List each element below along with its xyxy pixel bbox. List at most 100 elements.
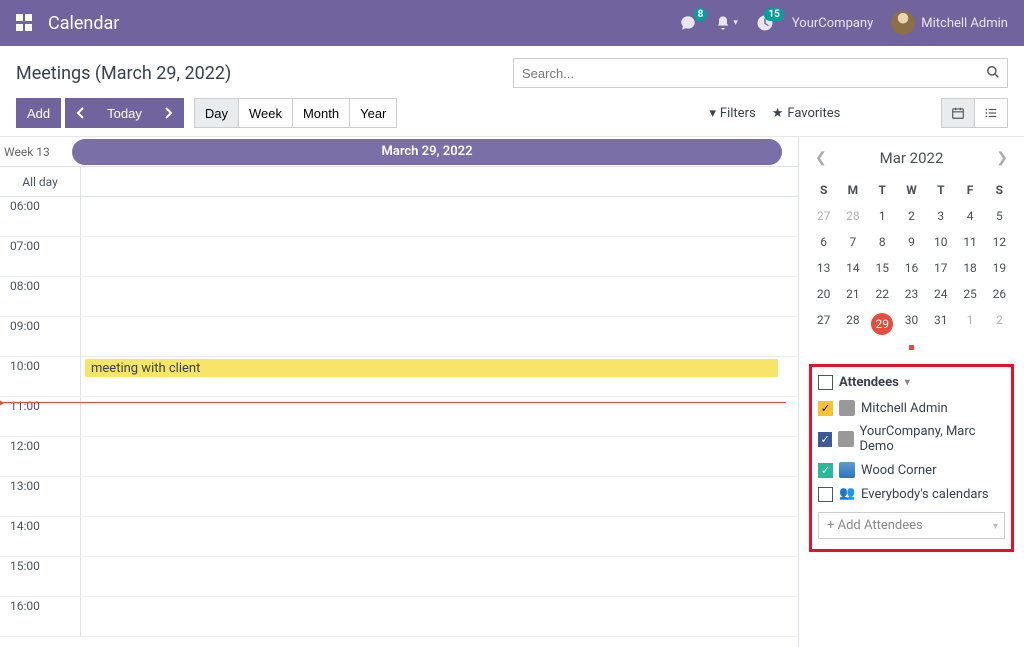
search-icon[interactable] xyxy=(986,65,1000,79)
mini-day[interactable]: 27 xyxy=(809,203,838,229)
mini-day[interactable]: 4 xyxy=(955,203,984,229)
attendee-checkbox[interactable]: ✓ xyxy=(818,432,832,447)
mini-day[interactable]: 15 xyxy=(868,255,897,281)
mini-day[interactable]: 7 xyxy=(838,229,867,255)
hour-row[interactable]: 13:00 xyxy=(0,477,798,517)
chevron-left-icon xyxy=(76,107,86,119)
attendees-checkbox[interactable] xyxy=(818,375,833,390)
mini-dow: T xyxy=(926,177,955,203)
mini-day[interactable]: 5 xyxy=(985,203,1014,229)
attendee-checkbox[interactable] xyxy=(818,487,833,502)
mini-day[interactable]: 14 xyxy=(838,255,867,281)
mini-prev-button[interactable]: ❮ xyxy=(815,150,827,166)
mini-day[interactable]: 19 xyxy=(985,255,1014,281)
all-day-slot[interactable] xyxy=(80,167,798,196)
mini-day[interactable]: 28 xyxy=(838,307,867,341)
hour-row[interactable]: 07:00 xyxy=(0,237,798,277)
time-slot[interactable] xyxy=(80,317,798,356)
mini-day[interactable]: 2 xyxy=(985,307,1014,341)
star-icon: ★ xyxy=(772,106,784,121)
list-view-button[interactable] xyxy=(974,98,1008,128)
filters-button[interactable]: ▾Filters xyxy=(709,106,755,121)
calendar-view-button[interactable] xyxy=(941,98,975,128)
mini-day[interactable]: 25 xyxy=(955,281,984,307)
notifications-icon[interactable]: ▾ xyxy=(715,15,738,31)
mini-day[interactable]: 21 xyxy=(838,281,867,307)
hour-row[interactable]: 11:00 xyxy=(0,397,798,437)
mini-next-button[interactable]: ❯ xyxy=(996,150,1008,166)
hour-row[interactable]: 16:00 xyxy=(0,597,798,637)
mini-day[interactable]: 30 xyxy=(897,307,926,341)
mini-day[interactable]: 2 xyxy=(897,203,926,229)
attendee-row[interactable]: ✓Mitchell Admin xyxy=(818,396,1005,420)
mini-day[interactable]: 1 xyxy=(868,203,897,229)
mini-dow: F xyxy=(955,177,984,203)
company-switcher[interactable]: YourCompany xyxy=(792,16,873,31)
scale-week[interactable]: Week xyxy=(238,98,293,128)
apps-icon[interactable] xyxy=(16,14,34,32)
hour-row[interactable]: 09:00 xyxy=(0,317,798,357)
mini-day[interactable]: 3 xyxy=(926,203,955,229)
activities-badge: 15 xyxy=(764,8,783,21)
mini-day[interactable]: 20 xyxy=(809,281,838,307)
add-attendees-input[interactable]: + Add Attendees xyxy=(818,512,1005,539)
prev-button[interactable] xyxy=(65,98,97,128)
attendees-toggle[interactable]: Attendees ▾ xyxy=(818,375,1005,390)
attendees-panel: Attendees ▾ ✓Mitchell Admin✓YourCompany,… xyxy=(809,364,1014,552)
mini-day[interactable]: 23 xyxy=(897,281,926,307)
hour-row[interactable]: 08:00 xyxy=(0,277,798,317)
hour-row[interactable]: 14:00 xyxy=(0,517,798,557)
mini-day[interactable]: 16 xyxy=(897,255,926,281)
mini-day[interactable]: 28 xyxy=(838,203,867,229)
scale-day[interactable]: Day xyxy=(194,98,239,128)
hour-row[interactable]: 06:00 xyxy=(0,197,798,237)
mini-day[interactable]: 12 xyxy=(985,229,1014,255)
search-input[interactable] xyxy=(513,58,1008,88)
attendee-row[interactable]: ✓Wood Corner xyxy=(818,458,1005,482)
mini-day[interactable]: 31 xyxy=(926,307,955,341)
attendee-checkbox[interactable]: ✓ xyxy=(818,463,833,478)
scale-year[interactable]: Year xyxy=(349,98,397,128)
app-title[interactable]: Calendar xyxy=(48,13,119,34)
mini-day[interactable]: 10 xyxy=(926,229,955,255)
time-slot[interactable] xyxy=(80,437,798,476)
mini-day[interactable]: 26 xyxy=(985,281,1014,307)
today-button[interactable]: Today xyxy=(96,98,153,128)
week-label: Week 13 xyxy=(0,145,72,159)
hour-row[interactable]: 15:00 xyxy=(0,557,798,597)
favorites-button[interactable]: ★Favorites xyxy=(772,106,841,121)
activities-icon[interactable]: 15 xyxy=(756,14,774,32)
time-slot[interactable] xyxy=(80,277,798,316)
mini-day[interactable]: 22 xyxy=(868,281,897,307)
messaging-icon[interactable]: 8 xyxy=(679,14,697,32)
time-slot[interactable] xyxy=(80,477,798,516)
next-button[interactable] xyxy=(152,98,184,128)
event-block[interactable]: meeting with client xyxy=(85,359,778,377)
add-button[interactable]: Add xyxy=(16,98,61,128)
mini-day[interactable]: 8 xyxy=(868,229,897,255)
day-header[interactable]: March 29, 2022 xyxy=(72,139,782,165)
attendee-row[interactable]: 👥Everybody's calendars xyxy=(818,482,1005,506)
time-grid-scroll[interactable]: 06:0007:0008:0009:0010:0011:0012:0013:00… xyxy=(0,197,798,647)
mini-day[interactable]: 9 xyxy=(897,229,926,255)
time-slot[interactable] xyxy=(80,517,798,556)
mini-day[interactable]: 24 xyxy=(926,281,955,307)
mini-day[interactable]: 11 xyxy=(955,229,984,255)
time-slot[interactable] xyxy=(80,557,798,596)
attendee-checkbox[interactable]: ✓ xyxy=(818,401,833,416)
scale-month[interactable]: Month xyxy=(292,98,350,128)
time-slot[interactable] xyxy=(80,197,798,236)
hour-row[interactable]: 12:00 xyxy=(0,437,798,477)
mini-day[interactable]: 6 xyxy=(809,229,838,255)
time-slot[interactable] xyxy=(80,237,798,276)
group-icon: 👥 xyxy=(839,486,855,502)
mini-day[interactable]: 17 xyxy=(926,255,955,281)
attendee-row[interactable]: ✓YourCompany, Marc Demo xyxy=(818,420,1005,458)
mini-day[interactable]: 29 xyxy=(868,307,897,341)
mini-day[interactable]: 13 xyxy=(809,255,838,281)
mini-day[interactable]: 18 xyxy=(955,255,984,281)
mini-day[interactable]: 1 xyxy=(955,307,984,341)
time-slot[interactable] xyxy=(80,597,798,636)
mini-day[interactable]: 27 xyxy=(809,307,838,341)
user-menu[interactable]: Mitchell Admin xyxy=(891,11,1008,35)
